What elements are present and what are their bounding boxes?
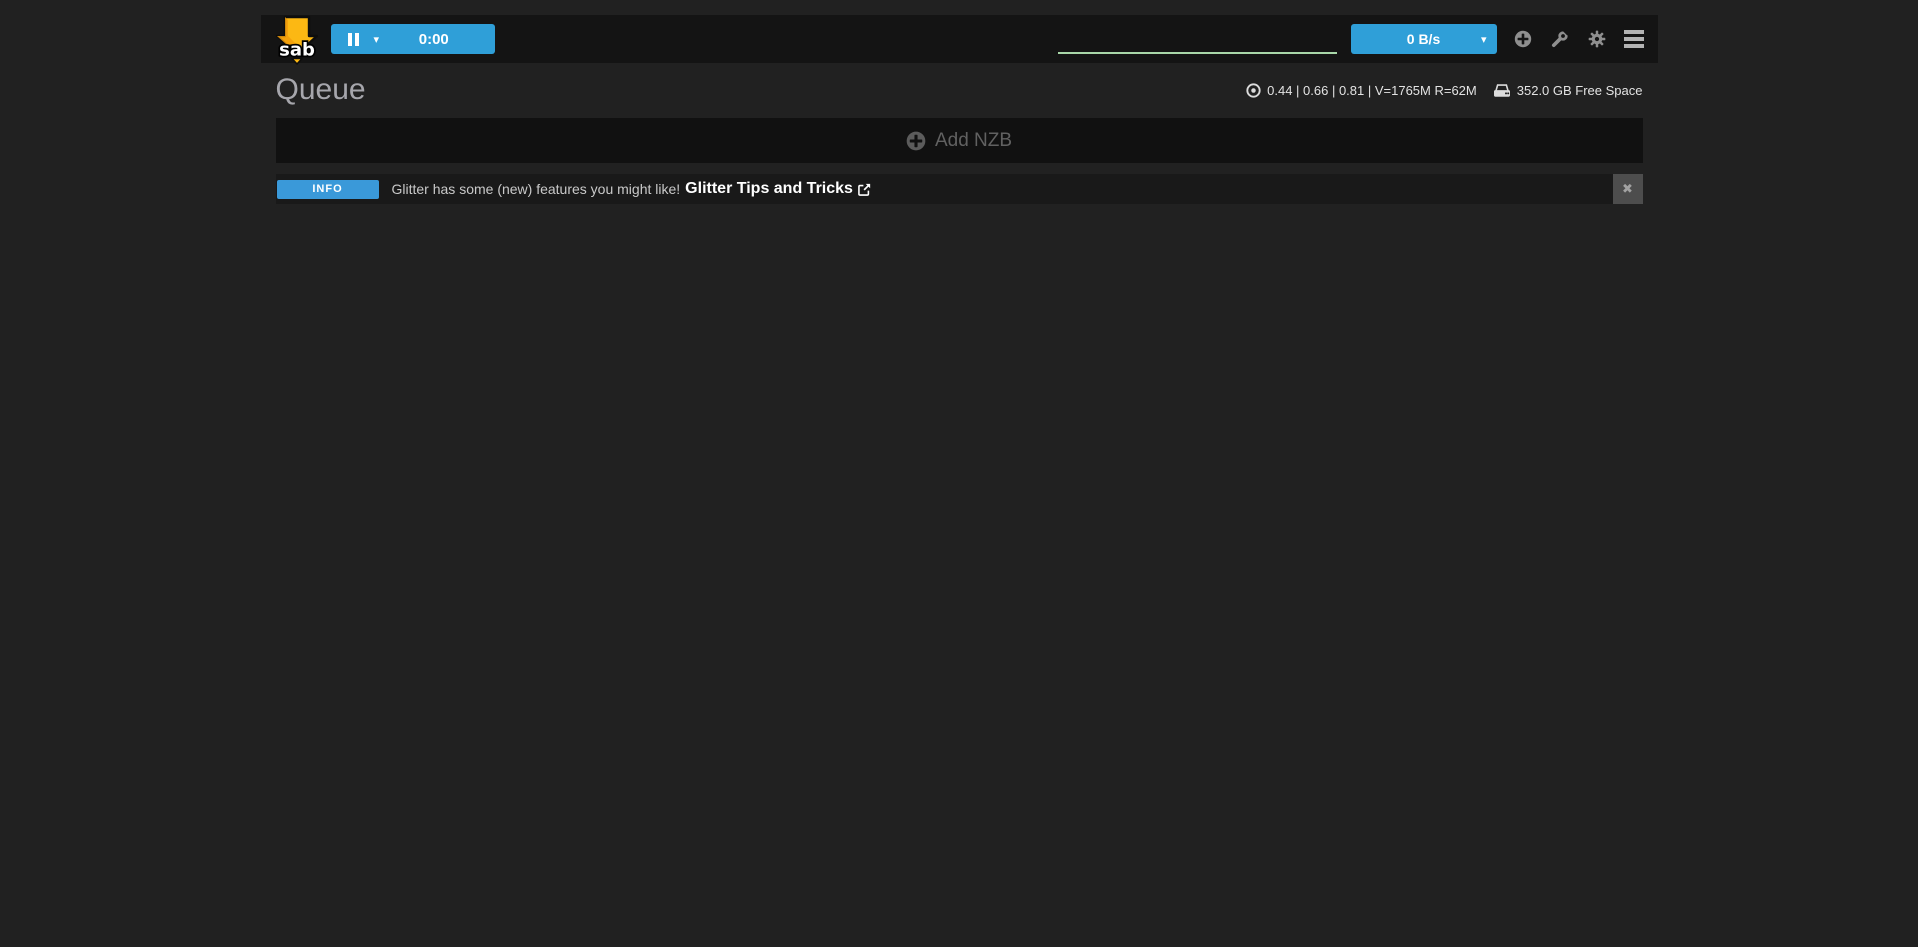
queue-actions-button[interactable]: [1549, 28, 1571, 50]
pause-timer[interactable]: 0:00: [379, 31, 494, 48]
main-container: sab ▾ 0:00 0 B/s ▾: [261, 15, 1658, 204]
glitter-tips-link[interactable]: Glitter Tips and Tricks: [685, 180, 871, 198]
speed-limit-dropdown[interactable]: 0 B/s ▾: [1351, 24, 1497, 54]
close-alert-button[interactable]: ✖: [1613, 174, 1643, 204]
page-header: Queue 0.44 | 0.66 | 0.81 | V=1765M R=62M…: [261, 72, 1658, 108]
info-alert: INFO Glitter has some (new) features you…: [276, 174, 1643, 204]
dot-circle-icon: [1246, 83, 1261, 98]
pause-control-group: ▾ 0:00: [331, 24, 495, 54]
wrench-icon: [1551, 31, 1568, 48]
status-stats: 0.44 | 0.66 | 0.81 | V=1765M R=62M 352.0…: [1246, 83, 1642, 98]
add-nzb-label: Add NZB: [935, 130, 1012, 152]
settings-button[interactable]: [1586, 28, 1608, 50]
pause-icon: [348, 33, 359, 46]
performance-stats: 0.44 | 0.66 | 0.81 | V=1765M R=62M: [1267, 83, 1477, 98]
external-link-icon: [858, 183, 871, 196]
info-badge: INFO: [277, 180, 379, 199]
free-space-text: 352.0 GB Free Space: [1517, 83, 1643, 98]
hdd-icon: [1493, 83, 1511, 98]
search-input[interactable]: [1058, 24, 1337, 54]
glitter-tips-link-label: Glitter Tips and Tricks: [685, 180, 853, 198]
add-nzb-nav-button[interactable]: [1512, 28, 1534, 50]
alert-message: Glitter has some (new) features you migh…: [392, 181, 681, 197]
add-nzb-dropzone[interactable]: Add NZB: [276, 118, 1643, 163]
free-space-group: 352.0 GB Free Space: [1493, 83, 1643, 98]
speed-label: 0 B/s: [1407, 31, 1440, 47]
logo-text: sab: [279, 40, 315, 61]
gear-icon: [1588, 30, 1606, 48]
hamburger-menu-icon[interactable]: [1623, 28, 1645, 50]
page-title: Queue: [276, 73, 366, 107]
plus-circle-icon: [1514, 30, 1532, 48]
close-icon: ✖: [1622, 182, 1633, 197]
pause-button[interactable]: ▾: [331, 24, 380, 54]
top-navbar: sab ▾ 0:00 0 B/s ▾: [261, 15, 1658, 63]
sabnzbd-logo-icon[interactable]: sab: [274, 15, 320, 65]
chevron-down-icon: ▾: [1481, 34, 1487, 45]
plus-circle-icon: [906, 131, 926, 151]
